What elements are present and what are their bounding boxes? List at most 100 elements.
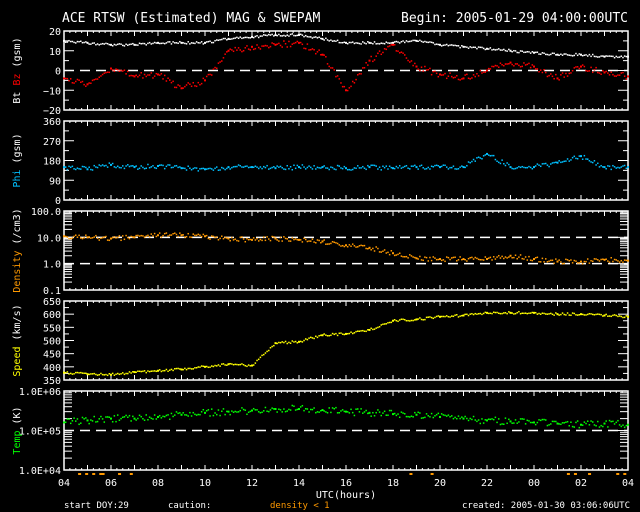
data-point	[269, 346, 272, 349]
data-point	[576, 314, 579, 316]
data-point	[199, 413, 201, 416]
data-point	[358, 73, 361, 75]
data-point	[543, 69, 545, 71]
data-point	[608, 74, 611, 76]
data-point	[456, 417, 458, 420]
data-point	[348, 168, 351, 171]
data-point	[558, 314, 560, 316]
data-point	[157, 73, 159, 76]
data-point	[618, 167, 621, 169]
data-point	[388, 253, 391, 256]
data-point	[417, 411, 419, 414]
data-point	[404, 318, 406, 321]
data-point	[580, 53, 582, 56]
data-point	[372, 42, 374, 45]
data-point	[424, 318, 426, 321]
data-point	[597, 162, 599, 165]
data-point	[563, 160, 565, 163]
data-point	[561, 54, 564, 56]
data-point	[174, 232, 176, 234]
data-point	[221, 363, 223, 365]
data-point	[528, 62, 530, 65]
data-point	[595, 66, 597, 69]
data-point	[315, 411, 317, 414]
data-point	[336, 39, 339, 42]
data-point	[440, 45, 443, 47]
data-point	[118, 43, 121, 45]
data-point	[147, 418, 149, 421]
data-point	[553, 262, 555, 265]
data-point	[140, 165, 142, 167]
data-point	[122, 165, 124, 167]
data-point	[362, 165, 364, 168]
data-point	[281, 166, 283, 169]
data-point	[187, 367, 189, 370]
data-point	[529, 66, 532, 69]
data-point	[367, 164, 369, 167]
data-point	[503, 257, 505, 260]
density-warning-mark	[129, 473, 133, 475]
data-point	[194, 367, 196, 369]
data-point	[424, 416, 426, 419]
data-point	[498, 418, 500, 420]
data-point	[153, 370, 156, 372]
data-point	[350, 245, 352, 248]
data-point	[147, 370, 149, 372]
data-point	[367, 247, 369, 250]
data-point	[192, 368, 194, 370]
data-point	[548, 74, 550, 77]
data-point	[492, 311, 495, 313]
data-point	[244, 165, 247, 168]
data-point	[595, 55, 597, 58]
data-point	[86, 419, 89, 422]
data-point	[351, 411, 354, 414]
data-point	[477, 312, 480, 315]
data-point	[445, 77, 448, 80]
data-point	[404, 413, 406, 415]
density-warning-mark	[101, 473, 105, 475]
data-point	[286, 46, 288, 48]
data-point	[142, 370, 144, 373]
data-point	[539, 53, 542, 56]
data-point	[482, 312, 485, 315]
data-point	[73, 168, 75, 170]
data-point	[395, 165, 398, 168]
data-point	[197, 42, 200, 44]
data-point	[165, 368, 168, 371]
data-point	[469, 256, 471, 259]
data-point	[392, 319, 394, 322]
data-point	[627, 166, 629, 169]
data-point	[197, 233, 200, 236]
data-point	[427, 260, 429, 262]
data-point	[328, 65, 330, 68]
data-point	[268, 410, 270, 413]
data-point	[320, 167, 322, 169]
data-point	[494, 311, 497, 314]
data-point	[417, 258, 419, 260]
data-point	[123, 373, 126, 376]
data-point	[523, 312, 525, 315]
data-point	[459, 166, 461, 168]
data-point	[128, 237, 131, 240]
data-point	[63, 39, 65, 42]
data-point	[481, 313, 483, 316]
data-point	[310, 48, 312, 51]
data-point	[390, 166, 393, 169]
data-point	[531, 64, 534, 66]
data-point	[105, 373, 107, 376]
data-point	[550, 53, 552, 56]
x-tick-label: 00	[528, 478, 540, 489]
data-point	[80, 81, 82, 84]
data-point	[110, 67, 112, 70]
data-point	[464, 166, 466, 169]
data-point	[301, 341, 304, 343]
data-point	[627, 75, 629, 78]
data-point	[409, 254, 411, 256]
data-point	[133, 75, 136, 78]
data-point	[120, 417, 122, 420]
data-point	[553, 77, 555, 80]
data-point	[390, 409, 393, 412]
data-point	[152, 165, 154, 167]
data-point	[68, 165, 70, 168]
data-point	[330, 334, 332, 337]
